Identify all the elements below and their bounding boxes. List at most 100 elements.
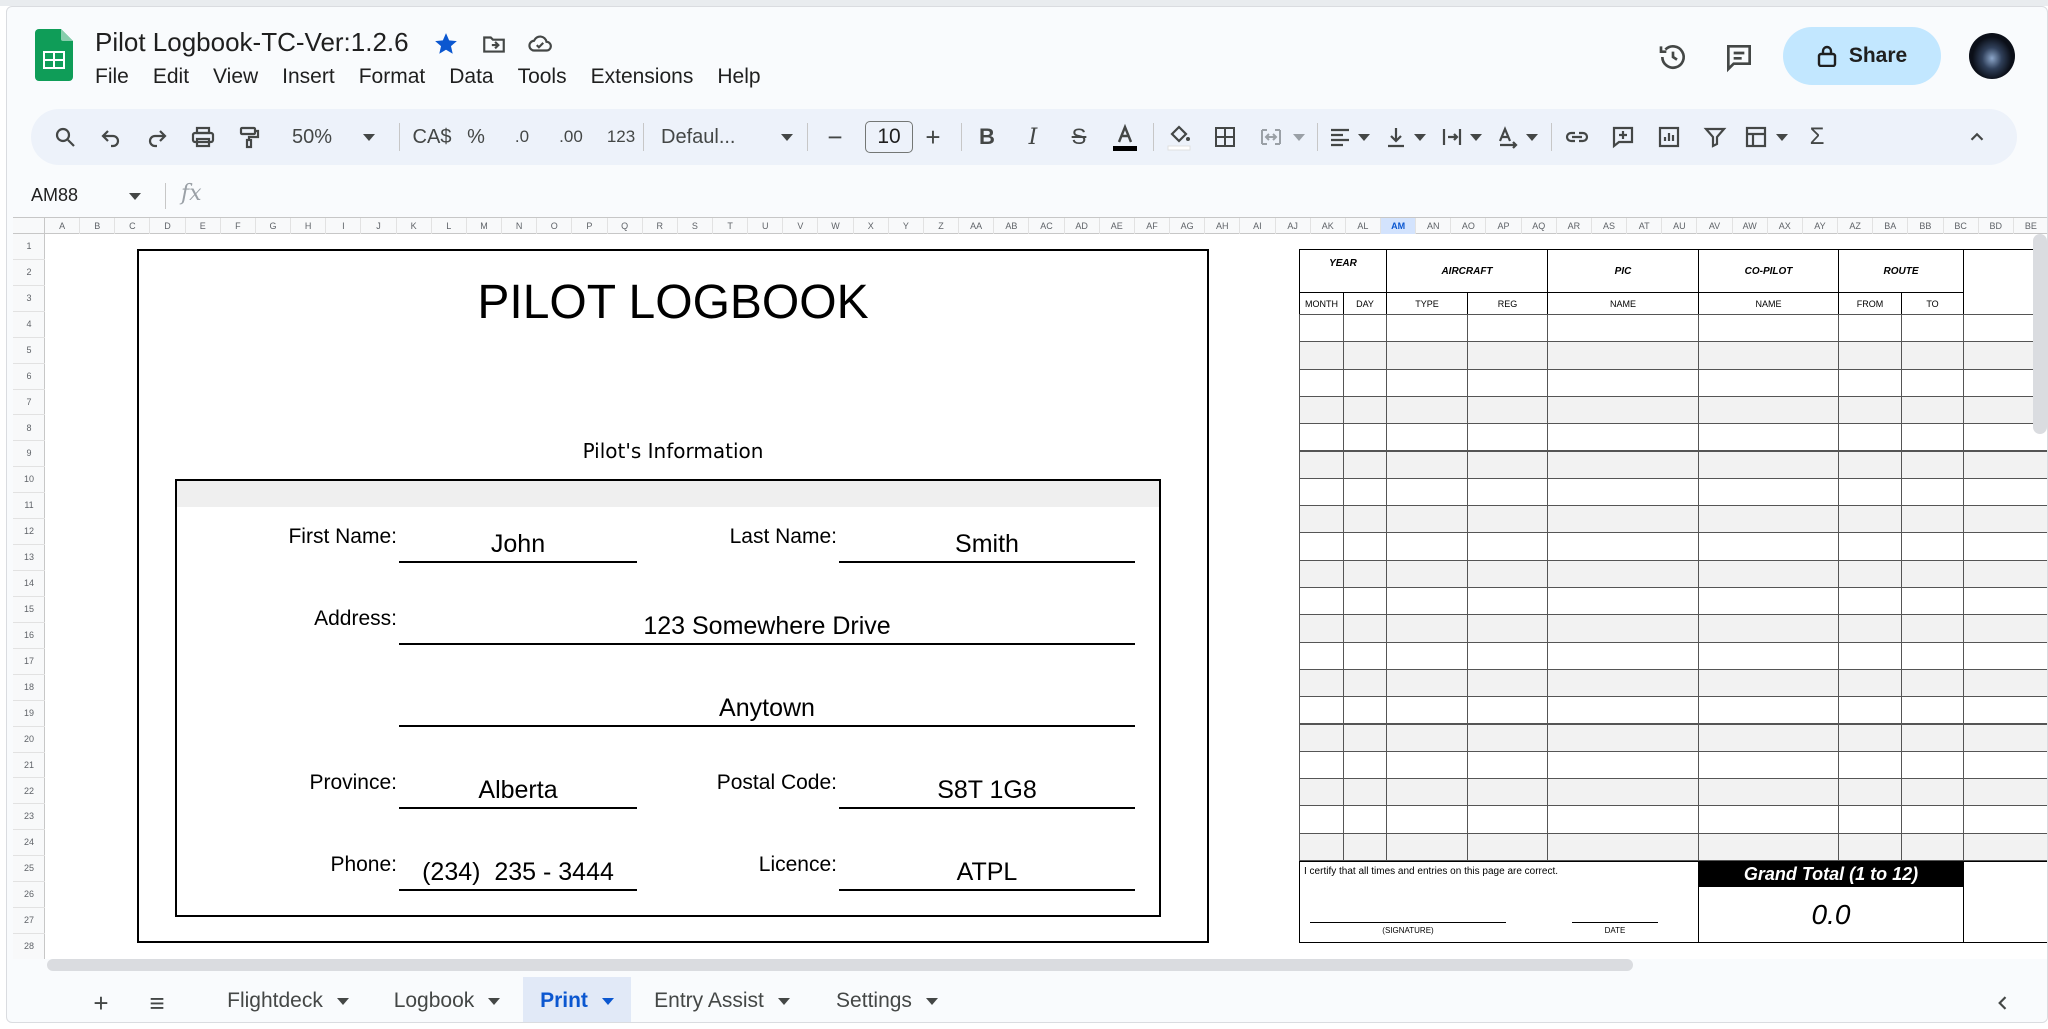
column-header[interactable]: AH: [1205, 218, 1241, 234]
entry-cell[interactable]: [1901, 614, 1964, 643]
entry-cell[interactable]: [1963, 532, 2047, 561]
entry-cell[interactable]: [1467, 368, 1548, 397]
italic-icon[interactable]: I: [1015, 109, 1051, 165]
entry-cell[interactable]: [1547, 696, 1699, 725]
row-header[interactable]: 6: [13, 364, 45, 390]
entry-cell[interactable]: [1838, 368, 1902, 397]
borders-icon[interactable]: [1207, 109, 1243, 165]
entry-cell[interactable]: [1901, 368, 1964, 397]
entry-cell[interactable]: [1963, 477, 2047, 507]
entry-cell[interactable]: [1467, 423, 1548, 452]
entry-cell[interactable]: [1901, 505, 1964, 534]
row-header[interactable]: 25: [13, 856, 45, 883]
decrease-decimal-button[interactable]: .0: [503, 109, 541, 165]
row-header[interactable]: 12: [13, 519, 45, 546]
valign-dropdown-icon[interactable]: [1411, 109, 1429, 165]
entry-cell[interactable]: [1698, 395, 1839, 425]
column-header[interactable]: D: [150, 218, 186, 234]
entry-cell[interactable]: [1299, 559, 1344, 588]
entry-cell[interactable]: [1901, 805, 1964, 834]
fill-color-icon[interactable]: [1161, 109, 1197, 165]
row-header[interactable]: 14: [13, 571, 45, 597]
column-header[interactable]: AQ: [1522, 218, 1557, 234]
entry-cell[interactable]: [1547, 368, 1699, 397]
entry-cell[interactable]: [1838, 750, 1902, 780]
entry-cell[interactable]: [1838, 423, 1902, 452]
comments-icon[interactable]: [1719, 37, 1759, 77]
entry-cell[interactable]: [1547, 395, 1699, 425]
row-header[interactable]: 11: [13, 493, 45, 520]
column-header[interactable]: AL: [1346, 218, 1381, 234]
entry-cell[interactable]: [1547, 450, 1699, 479]
entry-cell[interactable]: [1963, 696, 2047, 725]
entry-cell[interactable]: [1901, 696, 1964, 725]
entry-cell[interactable]: [1901, 559, 1964, 588]
redo-icon[interactable]: [139, 109, 175, 165]
row-header[interactable]: 22: [13, 779, 45, 805]
star-icon[interactable]: [431, 29, 461, 59]
column-header[interactable]: BA: [1873, 218, 1909, 234]
column-header[interactable]: AK: [1311, 218, 1346, 234]
entry-cell[interactable]: [1467, 532, 1548, 561]
entry-cell[interactable]: [1838, 641, 1902, 670]
column-header[interactable]: N: [502, 218, 538, 234]
number-format-button[interactable]: 123: [599, 109, 643, 165]
wrap-dropdown-icon[interactable]: [1467, 109, 1485, 165]
sheet-tab-logbook[interactable]: Logbook: [373, 977, 521, 1022]
sheet-tab-flightdeck[interactable]: Flightdeck: [205, 977, 371, 1022]
entry-cell[interactable]: [1299, 778, 1344, 807]
merge-dropdown-icon[interactable]: [1291, 109, 1307, 165]
column-header[interactable]: AR: [1557, 218, 1592, 234]
entry-cell[interactable]: [1467, 559, 1548, 588]
tab-dropdown-icon[interactable]: [925, 997, 938, 1005]
entry-cell[interactable]: [1343, 559, 1387, 588]
row-header[interactable]: 21: [13, 753, 45, 779]
entry-cell[interactable]: [1698, 750, 1839, 780]
collapse-toolbar-icon[interactable]: [1957, 109, 1997, 165]
province-field[interactable]: Alberta: [399, 771, 637, 809]
address-line1-field[interactable]: 123 Somewhere Drive: [399, 607, 1135, 645]
entry-cell[interactable]: [1901, 423, 1964, 452]
row-header[interactable]: 26: [13, 882, 45, 909]
entry-cell[interactable]: [1299, 668, 1344, 698]
entry-cell[interactable]: [1901, 668, 1964, 698]
currency-format-button[interactable]: CA$: [409, 109, 455, 165]
entry-cell[interactable]: [1299, 450, 1344, 479]
entry-cell[interactable]: [1343, 341, 1387, 370]
entry-cell[interactable]: [1698, 696, 1839, 725]
entry-cell[interactable]: [1386, 723, 1468, 752]
row-header[interactable]: 27: [13, 908, 45, 935]
font-family-select[interactable]: Defaul...: [661, 109, 781, 165]
entry-cell[interactable]: [1963, 587, 2047, 616]
column-header[interactable]: J: [361, 218, 397, 234]
search-icon[interactable]: [47, 109, 83, 165]
row-header[interactable]: 5: [13, 338, 45, 364]
entry-cell[interactable]: [1901, 341, 1964, 370]
column-header[interactable]: L: [432, 218, 467, 234]
entry-cell[interactable]: [1343, 750, 1387, 780]
column-header[interactable]: G: [256, 218, 292, 234]
entry-cell[interactable]: [1838, 395, 1902, 425]
entry-cell[interactable]: [1963, 614, 2047, 643]
entry-cell[interactable]: [1963, 559, 2047, 588]
entry-cell[interactable]: [1838, 559, 1902, 588]
entry-cell[interactable]: [1467, 723, 1548, 752]
entry-cell[interactable]: [1386, 614, 1468, 643]
row-header[interactable]: 16: [13, 623, 45, 649]
entry-cell[interactable]: [1901, 750, 1964, 780]
entry-cell[interactable]: [1901, 723, 1964, 752]
account-avatar[interactable]: [1969, 33, 2015, 79]
entry-cell[interactable]: [1467, 832, 1548, 861]
entry-cell[interactable]: [1299, 314, 1344, 343]
percent-format-button[interactable]: %: [461, 109, 491, 165]
entry-cell[interactable]: [1547, 723, 1699, 752]
version-history-icon[interactable]: [1653, 37, 1693, 77]
entry-cell[interactable]: [1343, 668, 1387, 698]
column-header[interactable]: I: [326, 218, 362, 234]
column-header[interactable]: A: [45, 218, 81, 234]
print-icon[interactable]: [185, 109, 221, 165]
entry-cell[interactable]: [1698, 778, 1839, 807]
entry-cell[interactable]: [1386, 805, 1468, 834]
entry-cell[interactable]: [1299, 341, 1344, 370]
entry-cell[interactable]: [1467, 395, 1548, 425]
